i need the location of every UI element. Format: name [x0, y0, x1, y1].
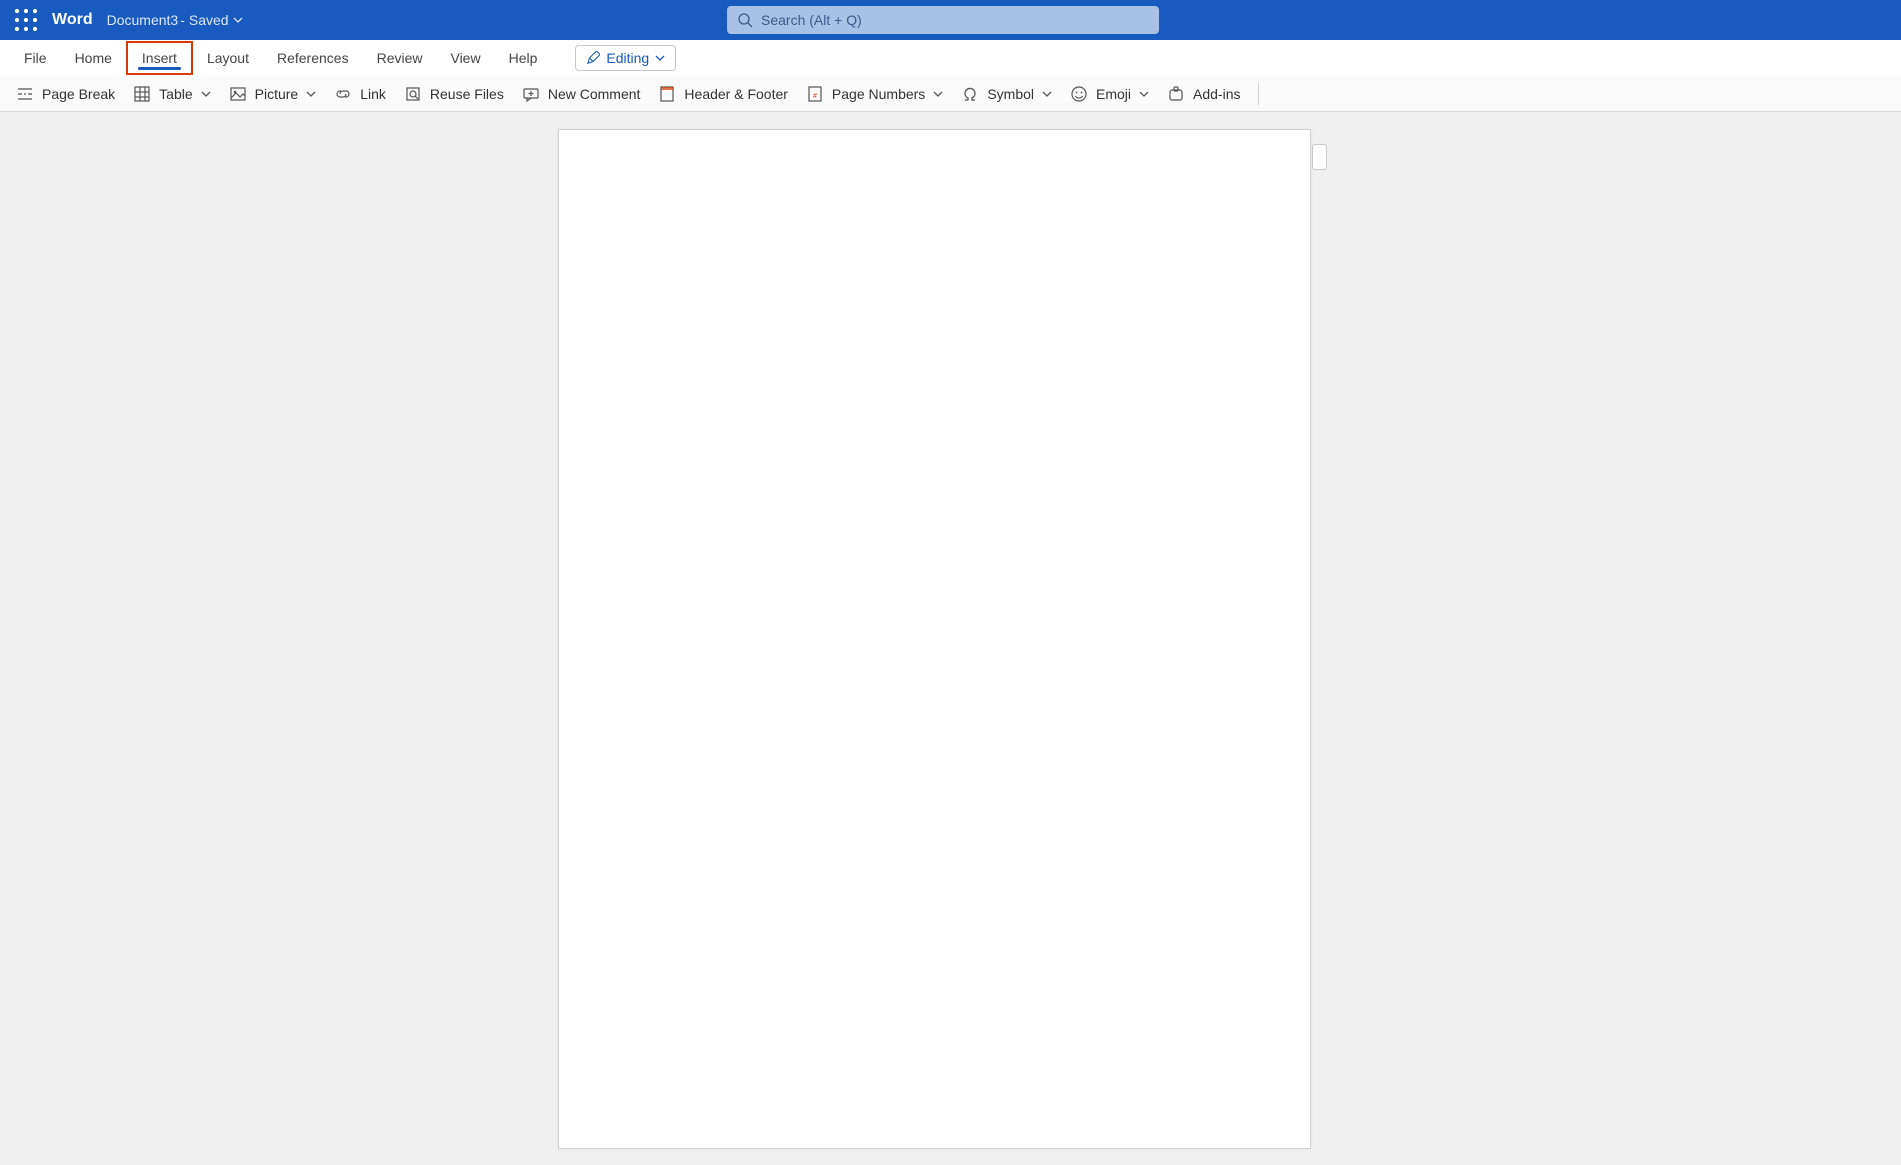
search-input[interactable]	[761, 12, 1149, 28]
tab-insert[interactable]: Insert	[126, 41, 193, 75]
new-comment-button[interactable]: New Comment	[520, 81, 643, 107]
header-footer-label: Header & Footer	[684, 86, 788, 102]
pen-icon	[586, 51, 600, 65]
page-numbers-button[interactable]: # Page Numbers	[804, 81, 945, 107]
emoji-icon	[1070, 85, 1088, 103]
omega-icon	[961, 85, 979, 103]
app-launcher-icon[interactable]	[14, 8, 38, 32]
app-name: Word	[52, 11, 93, 29]
chevron-down-icon	[1139, 89, 1149, 99]
link-button[interactable]: Link	[332, 81, 388, 107]
tab-insert-label: Insert	[142, 50, 177, 66]
page-numbers-label: Page Numbers	[832, 86, 925, 102]
search-box[interactable]	[727, 6, 1159, 34]
page-break-button[interactable]: Page Break	[14, 81, 117, 107]
tab-active-underline	[138, 67, 181, 70]
tab-file[interactable]: File	[10, 43, 61, 73]
header-footer-icon	[658, 85, 676, 103]
table-icon	[133, 85, 151, 103]
link-icon	[334, 85, 352, 103]
chevron-down-icon	[655, 53, 665, 63]
chevron-down-icon	[306, 89, 316, 99]
editing-mode-button[interactable]: Editing	[575, 45, 676, 71]
picture-button[interactable]: Picture	[227, 81, 319, 107]
addins-icon	[1167, 85, 1185, 103]
picture-icon	[229, 85, 247, 103]
tab-review[interactable]: Review	[363, 43, 437, 73]
title-bar: Word Document3 - Saved	[0, 0, 1901, 40]
tab-help[interactable]: Help	[495, 43, 552, 73]
chevron-down-icon	[933, 89, 943, 99]
page-break-icon	[16, 85, 34, 103]
table-label: Table	[159, 86, 192, 102]
picture-label: Picture	[255, 86, 299, 102]
editing-mode-label: Editing	[606, 50, 649, 66]
save-status[interactable]: - Saved	[180, 12, 242, 28]
document-page[interactable]	[558, 129, 1311, 1149]
new-comment-label: New Comment	[548, 86, 641, 102]
chevron-down-icon	[1042, 89, 1052, 99]
page-numbers-icon: #	[806, 85, 824, 103]
page-break-label: Page Break	[42, 86, 115, 102]
tab-home[interactable]: Home	[61, 43, 126, 73]
chevron-down-icon	[233, 15, 243, 25]
insert-toolbar: Page Break Table Picture Link Reuse File…	[0, 76, 1901, 112]
addins-label: Add-ins	[1193, 86, 1240, 102]
emoji-button[interactable]: Emoji	[1068, 81, 1151, 107]
save-separator: -	[180, 12, 185, 28]
document-name[interactable]: Document3	[107, 12, 179, 28]
tab-references[interactable]: References	[263, 43, 363, 73]
symbol-label: Symbol	[987, 86, 1034, 102]
tab-layout[interactable]: Layout	[193, 43, 263, 73]
document-canvas[interactable]	[0, 112, 1901, 1165]
comment-icon	[522, 85, 540, 103]
header-footer-button[interactable]: Header & Footer	[656, 81, 790, 107]
reuse-files-button[interactable]: Reuse Files	[402, 81, 506, 107]
addins-button[interactable]: Add-ins	[1165, 81, 1242, 107]
save-status-label: Saved	[189, 12, 229, 28]
link-label: Link	[360, 86, 386, 102]
table-button[interactable]: Table	[131, 81, 212, 107]
svg-text:#: #	[813, 93, 817, 100]
emoji-label: Emoji	[1096, 86, 1131, 102]
reuse-files-icon	[404, 85, 422, 103]
toolbar-separator	[1258, 83, 1259, 105]
ribbon-tabs: File Home Insert Layout References Revie…	[0, 40, 1901, 76]
tab-view[interactable]: View	[436, 43, 494, 73]
reuse-files-label: Reuse Files	[430, 86, 504, 102]
symbol-button[interactable]: Symbol	[959, 81, 1054, 107]
search-icon	[737, 12, 753, 28]
side-panel-handle[interactable]	[1312, 144, 1327, 170]
chevron-down-icon	[201, 89, 211, 99]
